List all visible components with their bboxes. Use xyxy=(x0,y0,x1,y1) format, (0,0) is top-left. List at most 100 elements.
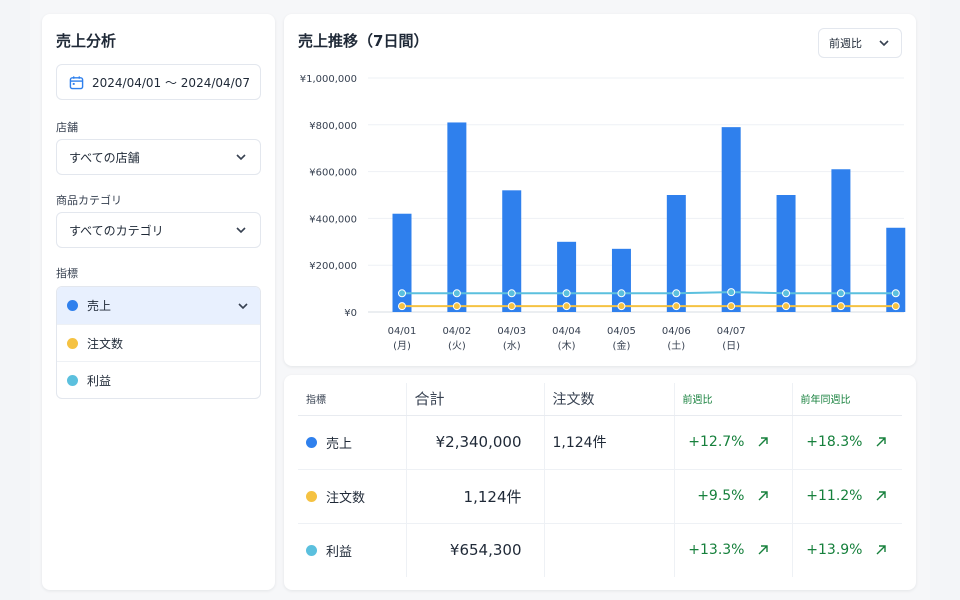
series-point xyxy=(452,302,461,311)
table-row: 注文数 1,124件 +9.5% +11.2% xyxy=(298,469,902,524)
summary-table: 指標 合計 注文数 前週比 前年同週比 売上 ¥2,340,000 1,124件… xyxy=(298,383,902,577)
date-range-value: 2024/04/01 〜 2024/04/07 xyxy=(92,75,250,90)
total-value: ¥654,300 xyxy=(405,523,544,577)
series-point xyxy=(782,302,791,311)
yoy-cell: +13.9% xyxy=(791,523,902,577)
trend-up-icon xyxy=(876,437,886,447)
metric-name: 売上 xyxy=(326,436,353,452)
profit-color-dot xyxy=(306,544,317,556)
series-point xyxy=(562,302,571,311)
trend-up-icon xyxy=(758,491,768,501)
x-tick-label: 04/07 xyxy=(717,326,746,337)
trend-up-icon xyxy=(758,545,768,555)
series-point xyxy=(617,289,626,298)
y-tick-label: ¥200,000 xyxy=(309,261,357,272)
y-tick-label: ¥400,000 xyxy=(309,214,357,225)
series-point xyxy=(452,289,461,298)
header-metric: 指標 xyxy=(298,383,406,416)
chevron-down-icon xyxy=(879,40,889,47)
profit-color-dot xyxy=(67,374,78,386)
y-tick-label: ¥800,000 xyxy=(309,121,357,132)
series-point xyxy=(891,289,900,298)
metric-option-sales[interactable]: 売上 xyxy=(57,287,260,324)
metric-cell: 利益 xyxy=(298,523,406,577)
orders-value xyxy=(543,469,674,524)
sales-trend-chart-panel: ¥1,000,000 ¥800,000 ¥600,000 ¥400,000 ¥200,0… xyxy=(284,14,916,366)
series-point xyxy=(672,289,681,298)
orders-color-dot xyxy=(67,337,78,349)
series-point xyxy=(836,302,845,311)
sales-trend-chart: ¥1,000,000 ¥800,000 ¥600,000 ¥400,000 ¥200,0… xyxy=(300,74,906,352)
store-label: 店舗 xyxy=(56,121,78,134)
wow-value: +12.7% xyxy=(688,434,745,450)
table-row: 売上 ¥2,340,000 1,124件 +12.7% +18.3% xyxy=(298,415,902,470)
orders-value xyxy=(543,523,674,577)
sales-bar xyxy=(886,227,906,312)
yoy-value: +18.3% xyxy=(806,434,863,450)
yoy-value: +11.2% xyxy=(806,488,863,504)
metric-option-label: 利益 xyxy=(87,373,112,388)
x-tick-sublabel: (月) xyxy=(393,340,411,352)
orders-value: 1,124件 xyxy=(543,415,674,470)
metric-cell: 売上 xyxy=(298,415,406,470)
sales-bar xyxy=(721,127,741,312)
x-tick-label: 04/01 xyxy=(388,326,417,337)
yoy-value: +13.9% xyxy=(806,542,863,559)
total-value: ¥2,340,000 xyxy=(405,415,544,470)
table-row: 利益 ¥654,300 +13.3% +13.9% xyxy=(298,523,902,577)
x-tick-label: 04/06 xyxy=(662,326,691,337)
y-tick-label: ¥600,000 xyxy=(309,168,357,179)
sidebar-title: 売上分析 xyxy=(56,32,117,50)
header-total: 合計 xyxy=(405,383,544,416)
series-point xyxy=(562,289,571,298)
wow-cell: +12.7% xyxy=(673,415,792,470)
chevron-down-icon xyxy=(236,154,246,161)
x-tick-sublabel: (火) xyxy=(448,340,466,352)
sales-bar xyxy=(447,122,467,313)
total-value: 1,124件 xyxy=(405,469,544,524)
store-select[interactable]: すべての店舗 xyxy=(56,139,261,175)
x-tick-label: 04/05 xyxy=(607,326,636,337)
wow-cell: +13.3% xyxy=(673,523,792,577)
trend-up-icon xyxy=(876,491,886,501)
metric-name: 注文数 xyxy=(326,490,366,506)
metric-name: 利益 xyxy=(326,544,353,560)
metric-option-label: 注文数 xyxy=(87,336,124,351)
y-tick-label: ¥1,000,000 xyxy=(300,74,357,85)
header-year-over-year: 前年同週比 xyxy=(791,383,902,416)
yoy-cell: +18.3% xyxy=(791,415,902,470)
series-point xyxy=(727,288,736,297)
x-tick-label: 04/02 xyxy=(442,326,471,337)
series-point xyxy=(507,302,516,311)
wow-value: +9.5% xyxy=(697,488,745,504)
metric-select-list: 売上 注文数 利益 xyxy=(56,286,261,399)
category-select-value: すべてのカテゴリ xyxy=(69,223,164,238)
chevron-down-icon[interactable] xyxy=(236,299,250,313)
sales-bar xyxy=(557,241,577,312)
series-point xyxy=(398,302,406,311)
store-select-value: すべての店舗 xyxy=(69,150,140,165)
summary-table-panel: 指標 合計 注文数 前週比 前年同週比 売上 ¥2,340,000 1,124件… xyxy=(284,375,916,590)
series-point xyxy=(727,302,736,311)
series-point xyxy=(507,289,516,298)
chart-title: 売上推移（7日間） xyxy=(298,32,429,50)
x-tick-sublabel: (水) xyxy=(503,340,521,352)
series-point xyxy=(782,289,791,298)
orders-color-dot xyxy=(306,490,317,502)
comparison-select[interactable]: 前週比 xyxy=(818,28,902,58)
sales-color-dot xyxy=(306,436,317,448)
sales-color-dot xyxy=(67,300,78,311)
date-range-picker[interactable]: 2024/04/01 〜 2024/04/07 xyxy=(56,64,261,100)
wow-cell: +9.5% xyxy=(673,469,792,524)
category-label: 商品カテゴリ xyxy=(56,194,122,207)
metric-option-orders[interactable]: 注文数 xyxy=(57,324,260,361)
series-point xyxy=(891,302,900,311)
series-point xyxy=(617,302,626,311)
x-tick-sublabel: (木) xyxy=(558,340,576,352)
series-point xyxy=(398,289,406,298)
category-select[interactable]: すべてのカテゴリ xyxy=(56,212,261,248)
metric-option-profit[interactable]: 利益 xyxy=(57,361,260,398)
comparison-select-value: 前週比 xyxy=(829,37,862,50)
trend-up-icon xyxy=(758,437,768,447)
header-orders: 注文数 xyxy=(543,383,674,416)
